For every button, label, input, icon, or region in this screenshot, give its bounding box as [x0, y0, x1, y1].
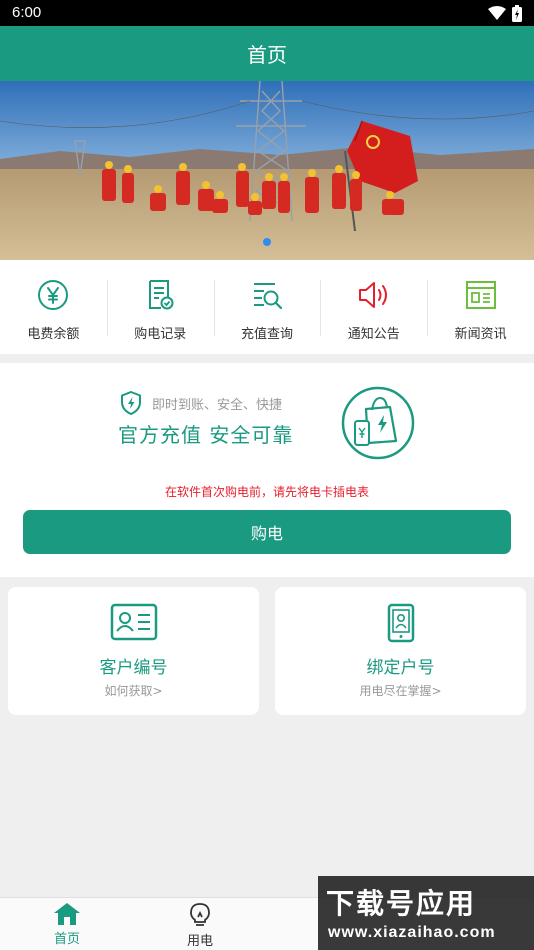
lightbulb-icon: [190, 903, 210, 926]
nav-label-usage: 用电: [186, 934, 213, 949]
home-icon: [54, 903, 80, 925]
recharge-notice: 在软件首次购电前，请先将电卡插电表: [164, 485, 369, 499]
shield-bolt-icon: [121, 391, 141, 415]
status-icons: [488, 5, 522, 22]
buy-electricity-button[interactable]: 购电: [23, 510, 511, 554]
watermark-text: 下载号应用: [326, 887, 477, 920]
bind-account-title: 绑定户号: [366, 658, 435, 678]
quick-label-purchase-records: 购电记录: [134, 327, 187, 342]
recharge-subtitle-row: 即时到账、安全、快捷: [120, 391, 282, 415]
battery-icon: [512, 5, 522, 22]
recharge-subtitle: 即时到账、安全、快捷: [152, 397, 283, 413]
recharge-slogan: 官方充值 安全可靠: [118, 423, 294, 447]
nav-item-home[interactable]: 首页: [27, 902, 107, 947]
quick-label-news: 新闻资讯: [454, 327, 507, 342]
quick-item-news[interactable]: 新闻资讯: [427, 260, 534, 354]
customer-number-link[interactable]: 如何获取>: [8, 682, 259, 699]
shopping-bag-bolt-icon: [341, 386, 415, 460]
app-header: 首页: [0, 26, 534, 81]
bind-account-subtitle[interactable]: 用电尽在掌握>: [275, 682, 526, 699]
quick-label-notices: 通知公告: [347, 327, 400, 342]
quick-label-recharge-query: 充值查询: [240, 327, 293, 342]
recharge-card: 即时到账、安全、快捷 官方充值 安全可靠 在软件首次购电前，请先将电卡插电表 购…: [0, 363, 534, 577]
quick-item-notices[interactable]: 通知公告: [320, 260, 427, 354]
id-card-icon: [8, 603, 259, 641]
watermark: 下载号应用 www.xiazaihao.com: [318, 876, 534, 950]
quick-item-recharge-query[interactable]: 充值查询: [213, 260, 321, 354]
quick-item-purchase-records[interactable]: 购电记录: [106, 260, 214, 354]
wifi-icon: [488, 6, 506, 20]
banner-image: [0, 81, 534, 260]
page-title: 首页: [247, 43, 287, 67]
banner-carousel[interactable]: [0, 81, 534, 260]
watermark-url: www.xiazaihao.com: [328, 924, 496, 941]
receipt-icon: [142, 277, 178, 313]
yuan-circle-icon: [35, 277, 71, 313]
news-icon: [463, 277, 499, 313]
search-list-icon: [249, 277, 285, 313]
phone-account-icon: [275, 603, 526, 643]
carousel-indicator: [0, 238, 534, 246]
quick-item-balance[interactable]: 电费余额: [0, 260, 107, 354]
bind-account-card[interactable]: 绑定户号 用电尽在掌握>: [275, 587, 526, 715]
quick-menu: 电费余额 购电记录 充值查询 通知公告 新闻资讯: [0, 260, 534, 354]
nav-label-home: 首页: [53, 932, 80, 947]
customer-number-title: 客户编号: [99, 658, 168, 678]
status-time: 6:00: [12, 4, 42, 21]
speaker-icon: [356, 277, 392, 313]
quick-label-balance: 电费余额: [27, 327, 80, 342]
nav-item-usage[interactable]: 用电: [160, 902, 240, 949]
customer-number-card[interactable]: 客户编号 如何获取>: [8, 587, 259, 715]
carousel-dot-active[interactable]: [263, 238, 271, 246]
status-bar: 6:00: [0, 0, 534, 26]
